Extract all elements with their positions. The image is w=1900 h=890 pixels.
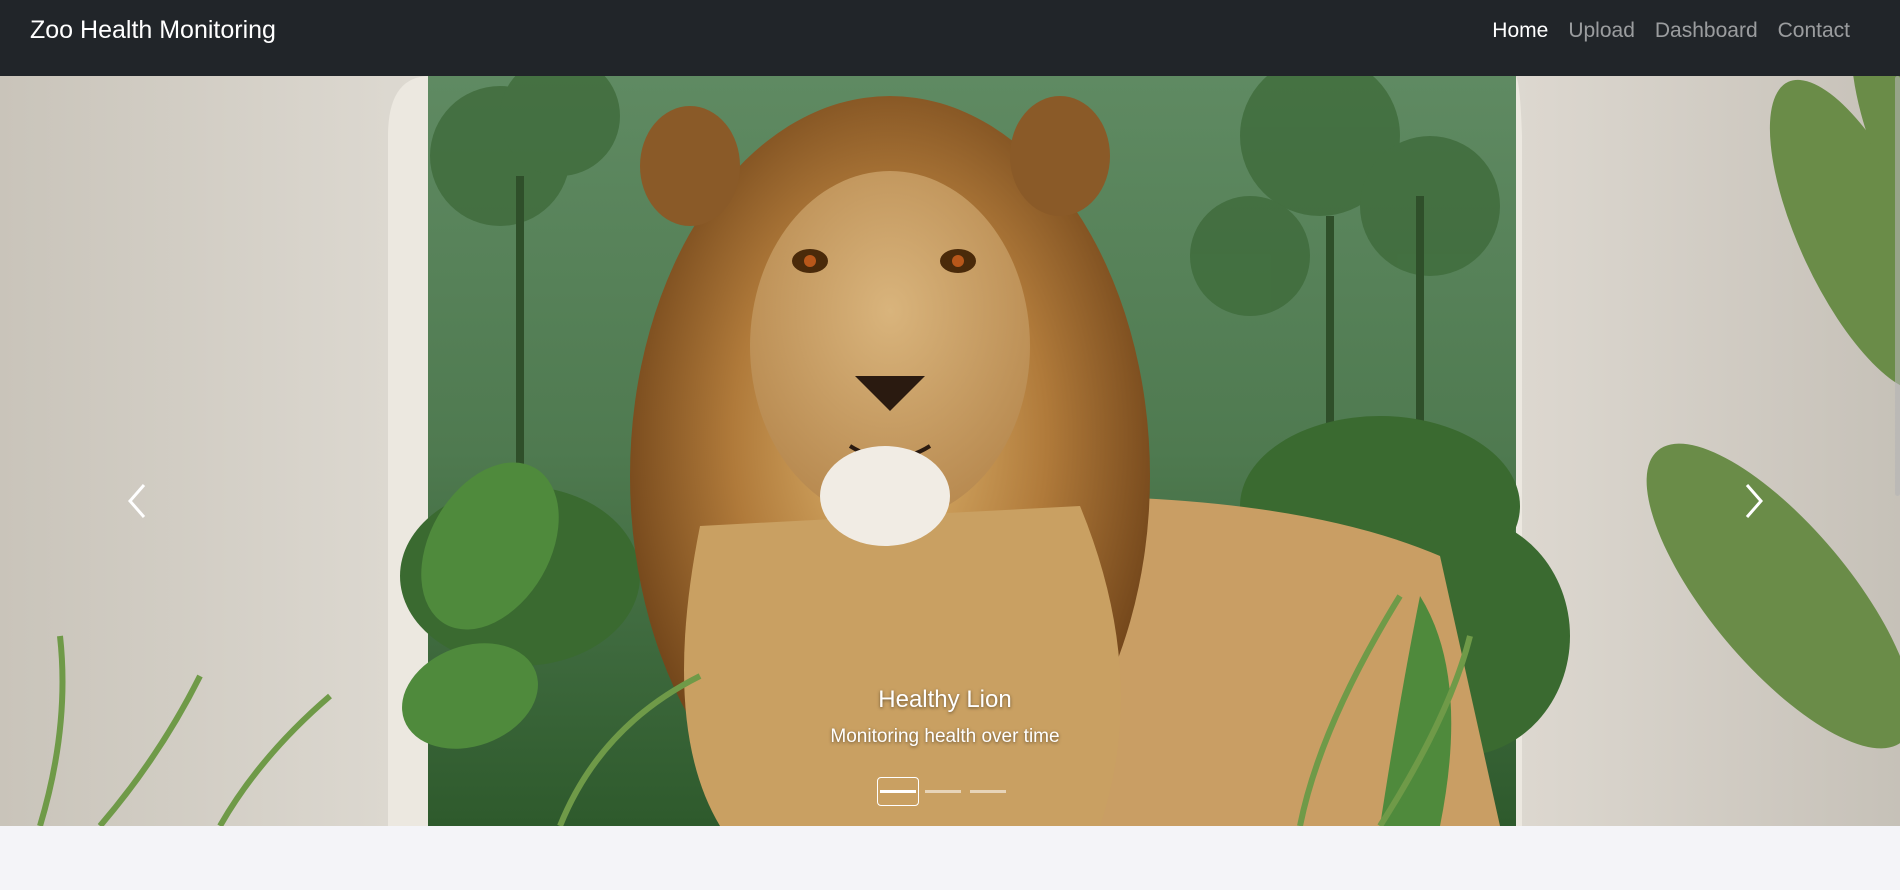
nav-link-dashboard[interactable]: Dashboard (1655, 18, 1758, 44)
navbar-brand[interactable]: Zoo Health Monitoring (30, 14, 276, 46)
nav-link-home[interactable]: Home (1492, 18, 1548, 44)
nav-link-upload[interactable]: Upload (1568, 18, 1635, 44)
nav-link-contact[interactable]: Contact (1778, 18, 1850, 44)
carousel-indicator-3[interactable] (970, 789, 1006, 793)
carousel-next-button[interactable] (1733, 476, 1773, 526)
carousel-indicator-2[interactable] (925, 789, 961, 793)
chevron-left-icon (128, 484, 146, 518)
navbar: Zoo Health Monitoring Home Upload Dashbo… (0, 0, 1900, 76)
caption-title: Healthy Lion (878, 686, 1012, 713)
carousel-prev-button[interactable] (118, 476, 158, 526)
carousel-caption: Healthy Lion Monitoring health over time (745, 684, 1145, 750)
nav-links: Home Upload Dashboard Contact (1472, 18, 1850, 44)
chevron-right-icon (1745, 484, 1763, 518)
carousel-indicator-1[interactable] (877, 776, 919, 806)
carousel-indicators (877, 776, 1015, 806)
caption-text: Monitoring health over time (830, 726, 1060, 747)
image-carousel: Healthy Lion Monitoring health over time (0, 76, 1900, 826)
page-scrollbar[interactable] (1895, 76, 1900, 496)
